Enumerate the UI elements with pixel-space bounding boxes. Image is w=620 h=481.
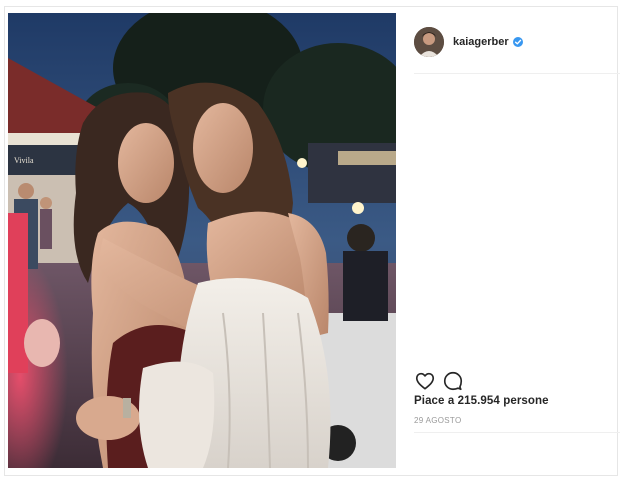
post-photo[interactable]: Vivila	[8, 13, 396, 468]
avatar[interactable]	[414, 27, 444, 57]
username-link[interactable]: kaiagerber	[453, 36, 509, 48]
likes-count[interactable]: Piace a 215.954 persone	[414, 395, 549, 407]
verified-badge-icon	[513, 37, 523, 47]
comments-area	[414, 74, 620, 366]
post-sidebar: kaiagerber Piace a 215.954 persone 29 AG…	[396, 6, 620, 476]
avatar-image	[414, 27, 444, 57]
post-header: kaiagerber	[396, 6, 620, 74]
action-bar	[414, 370, 514, 394]
comment-bubble-icon[interactable]	[442, 370, 464, 392]
footer-divider	[414, 432, 620, 433]
photo-illustration: Vivila	[8, 13, 396, 468]
post-date[interactable]: 29 AGOSTO	[414, 416, 461, 425]
heart-outline-icon[interactable]	[414, 370, 436, 392]
